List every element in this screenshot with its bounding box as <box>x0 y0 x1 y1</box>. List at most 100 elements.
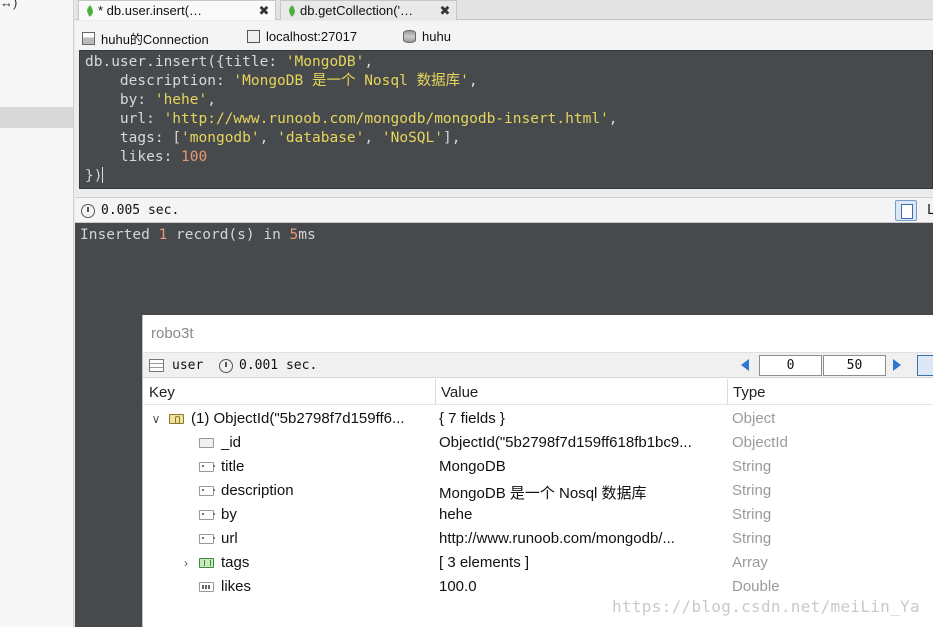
next-page-icon[interactable] <box>893 359 901 371</box>
row-value: http://www.runoob.com/mongodb/... <box>439 530 675 547</box>
row-type: Object <box>732 410 776 427</box>
tab-get-collection[interactable]: db.getCollection('… ✖ <box>280 0 457 20</box>
results-time-value: 0.001 sec. <box>239 358 318 373</box>
table-row[interactable]: likes 100.0 Double <box>143 575 933 599</box>
row-type: ObjectId <box>732 434 788 451</box>
clock-icon <box>81 203 95 218</box>
results-toolbar: user 0.001 sec. 0 50 <box>143 352 933 378</box>
results-table-header: Key Value Type <box>143 379 933 405</box>
tab-label: * db.user.insert(… <box>98 3 203 18</box>
table-row[interactable]: title MongoDB String <box>143 455 933 479</box>
sidebar-selected-item[interactable] <box>0 107 73 128</box>
sidebar-cut-glyph: ↔) <box>0 0 18 10</box>
panel-title: robo3t <box>151 325 194 342</box>
collection-name: user <box>172 358 204 373</box>
row-value: MongoDB <box>439 458 506 475</box>
table-row[interactable]: ∨ (1) ObjectId("5b2798f7d159ff6... { 7 fie… <box>143 407 933 431</box>
query-status-bar: 0.005 sec. L <box>75 197 933 223</box>
row-type: Double <box>732 578 780 595</box>
tab-bar: * db.user.insert(… ✖ db.getCollection('…… <box>75 0 933 20</box>
editor-line[interactable]: url: 'http://www.runoob.com/mongodb/mong… <box>85 110 932 129</box>
column-divider[interactable] <box>435 379 436 405</box>
execution-time-value: 0.005 sec. <box>101 203 180 218</box>
editor-line[interactable]: by: 'hehe', <box>85 91 932 110</box>
insert-result-message: Inserted 1 record(s) in 5ms <box>80 227 316 243</box>
tree-toggle-icon[interactable]: › <box>179 556 193 570</box>
row-key-cell: url <box>179 530 429 547</box>
tree-toggle-icon[interactable]: ∨ <box>149 412 163 426</box>
server-info[interactable]: localhost:27017 <box>247 29 357 44</box>
row-type: Array <box>732 554 768 571</box>
row-key-cell: likes <box>179 578 429 595</box>
tab-user-insert[interactable]: * db.user.insert(… ✖ <box>78 0 276 20</box>
watermark-text: https://blog.csdn.net/meiLin_Ya <box>612 597 920 616</box>
tab-label: db.getCollection('… <box>300 3 414 18</box>
row-key-cell: › tags <box>179 554 429 571</box>
row-key: (1) ObjectId("5b2798f7d159ff6... <box>191 410 405 427</box>
table-row[interactable]: url http://www.runoob.com/mongodb/... Stri… <box>143 527 933 551</box>
table-row[interactable]: › tags [ 3 elements ] Array <box>143 551 933 575</box>
row-type: String <box>732 530 772 547</box>
arr-type-icon <box>199 557 214 568</box>
row-key: tags <box>221 554 250 571</box>
str-type-icon <box>199 509 215 520</box>
row-type: String <box>732 482 772 499</box>
database-name: huhu <box>422 29 451 44</box>
str-type-icon <box>199 533 215 544</box>
object-explorer-sidebar: ↔) <box>0 0 74 627</box>
results-time: 0.001 sec. <box>219 358 317 373</box>
row-value: [ 3 elements ] <box>439 554 530 571</box>
table-row[interactable]: by hehe String <box>143 503 933 527</box>
row-key: url <box>221 530 238 547</box>
page-start-input[interactable]: 0 <box>759 355 822 376</box>
close-icon[interactable]: ✖ <box>257 3 271 19</box>
truncated-glyph: L <box>927 203 933 218</box>
num-type-icon <box>199 581 214 592</box>
clock-icon <box>219 358 233 373</box>
close-icon[interactable]: ✖ <box>438 3 452 19</box>
database-info[interactable]: huhu <box>403 29 451 44</box>
row-key-cell: description <box>179 482 429 499</box>
collection-label: user <box>149 358 203 373</box>
row-type: String <box>732 458 772 475</box>
id-type-icon <box>199 437 214 448</box>
row-key-cell: by <box>179 506 429 523</box>
view-mode-button[interactable] <box>917 355 933 376</box>
server-address: localhost:27017 <box>266 29 358 44</box>
database-icon <box>403 30 416 43</box>
str-type-icon <box>199 485 215 496</box>
server-icon <box>247 30 260 43</box>
results-panel: robo3t user 0.001 sec. 0 50 Key Value Ty… <box>142 315 933 627</box>
editor-line[interactable]: likes: 100 <box>85 148 932 167</box>
row-value: { 7 fields } <box>439 410 505 427</box>
query-editor[interactable]: db.user.insert({title: 'MongoDB', descri… <box>79 50 933 189</box>
text-cursor <box>102 167 104 183</box>
connection-name: huhu的Connection <box>101 32 209 47</box>
column-header-type[interactable]: Type <box>733 384 766 401</box>
row-value: MongoDB 是一个 Nosql 数据库 <box>439 485 647 502</box>
table-icon <box>149 359 164 372</box>
editor-line[interactable]: description: 'MongoDB 是一个 Nosql 数据库', <box>85 72 932 91</box>
row-key: description <box>221 482 294 499</box>
editor-line[interactable]: tags: ['mongodb', 'database', 'NoSQL'], <box>85 129 932 148</box>
table-row[interactable]: description MongoDB 是一个 Nosql 数据库 String <box>143 479 933 503</box>
results-tree: ∨ (1) ObjectId("5b2798f7d159ff6... { 7 fie… <box>143 407 933 599</box>
connection-bar: huhu的Connection localhost:27017 huhu <box>75 21 933 50</box>
column-header-key[interactable]: Key <box>149 384 175 401</box>
row-value: hehe <box>439 506 473 523</box>
column-divider[interactable] <box>727 379 728 405</box>
table-row[interactable]: _id ObjectId("5b2798f7d159ff618fb1bc9... O… <box>143 431 933 455</box>
previous-page-icon[interactable] <box>741 359 749 371</box>
column-header-value[interactable]: Value <box>441 384 478 401</box>
page-size-input[interactable]: 50 <box>823 355 886 376</box>
row-value: 100.0 <box>439 578 477 595</box>
connection-info[interactable]: huhu的Connection <box>82 29 209 48</box>
row-key-cell: ∨ (1) ObjectId("5b2798f7d159ff6... <box>149 410 429 427</box>
row-key: title <box>221 458 245 475</box>
execution-time: 0.005 sec. <box>81 203 179 218</box>
row-key: by <box>221 506 237 523</box>
editor-line[interactable]: db.user.insert({title: 'MongoDB', <box>85 53 932 72</box>
editor-line[interactable]: }) <box>85 167 932 186</box>
row-value: ObjectId("5b2798f7d159ff618fb1bc9... <box>439 434 692 451</box>
view-mode-text-button[interactable] <box>895 200 917 221</box>
